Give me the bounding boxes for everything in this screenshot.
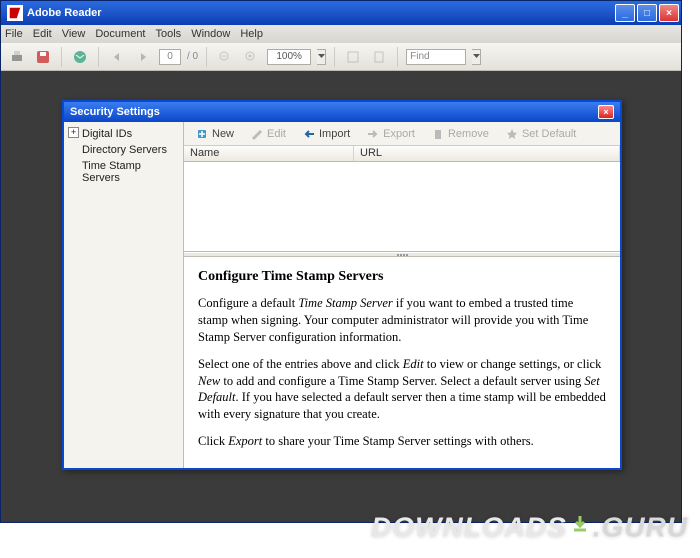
zoom-out-icon[interactable] bbox=[215, 47, 235, 67]
print-icon[interactable] bbox=[7, 47, 27, 67]
import-button[interactable]: Import bbox=[295, 124, 357, 144]
zoom-input[interactable]: 100% bbox=[267, 49, 311, 65]
tree-item-digital-ids[interactable]: Digital IDs bbox=[66, 126, 181, 142]
export-button[interactable]: Export bbox=[359, 124, 422, 144]
server-list[interactable] bbox=[184, 162, 620, 252]
toolbar: 0 / 0 100% Find bbox=[1, 43, 681, 71]
download-icon bbox=[569, 510, 591, 542]
column-name[interactable]: Name bbox=[184, 146, 354, 161]
menu-document[interactable]: Document bbox=[95, 28, 145, 40]
dialog-title: Security Settings bbox=[70, 106, 598, 118]
set-default-button[interactable]: Set Default bbox=[498, 124, 583, 144]
info-panel: Configure Time Stamp Servers Configure a… bbox=[184, 257, 620, 468]
menubar: File Edit View Document Tools Window Hel… bbox=[1, 25, 681, 43]
menu-edit[interactable]: Edit bbox=[33, 28, 52, 40]
import-icon bbox=[302, 127, 316, 141]
info-paragraph-2: Select one of the entries above and clic… bbox=[198, 356, 606, 424]
new-button[interactable]: New bbox=[188, 124, 241, 144]
star-icon bbox=[505, 127, 519, 141]
menu-view[interactable]: View bbox=[62, 28, 86, 40]
dialog-close-button[interactable]: × bbox=[598, 105, 614, 119]
close-button[interactable]: × bbox=[659, 4, 679, 22]
separator bbox=[206, 47, 207, 67]
new-icon bbox=[195, 127, 209, 141]
minimize-button[interactable]: _ bbox=[615, 4, 635, 22]
fit-page-icon[interactable] bbox=[343, 47, 363, 67]
column-headers: Name URL bbox=[184, 146, 620, 162]
security-settings-dialog: Security Settings × Digital IDs Director… bbox=[62, 100, 622, 470]
separator bbox=[98, 47, 99, 67]
zoom-dropdown[interactable] bbox=[317, 49, 326, 65]
edit-button[interactable]: Edit bbox=[243, 124, 293, 144]
edit-icon bbox=[250, 127, 264, 141]
separator bbox=[61, 47, 62, 67]
find-input[interactable]: Find bbox=[406, 49, 466, 65]
tree-item-time-stamp-servers[interactable]: Time Stamp Servers bbox=[66, 158, 181, 186]
menu-help[interactable]: Help bbox=[240, 28, 263, 40]
sidebar-tree: Digital IDs Directory Servers Time Stamp… bbox=[64, 122, 184, 468]
save-icon[interactable] bbox=[33, 47, 53, 67]
page-total: / 0 bbox=[187, 51, 198, 62]
prev-page-icon[interactable] bbox=[107, 47, 127, 67]
info-paragraph-1: Configure a default Time Stamp Server if… bbox=[198, 295, 606, 346]
tree-item-directory-servers[interactable]: Directory Servers bbox=[66, 142, 181, 158]
column-url[interactable]: URL bbox=[354, 146, 620, 161]
menu-tools[interactable]: Tools bbox=[156, 28, 182, 40]
info-paragraph-3: Click Export to share your Time Stamp Se… bbox=[198, 433, 606, 450]
remove-icon bbox=[431, 127, 445, 141]
export-icon bbox=[366, 127, 380, 141]
titlebar: Adobe Reader _ □ × bbox=[1, 1, 681, 25]
watermark: DOWNLOADS.GURU bbox=[371, 510, 688, 548]
fit-width-icon[interactable] bbox=[369, 47, 389, 67]
menu-file[interactable]: File bbox=[5, 28, 23, 40]
maximize-button[interactable]: □ bbox=[637, 4, 657, 22]
button-bar: New Edit Import Export Remove bbox=[184, 122, 620, 146]
adobe-reader-icon bbox=[7, 5, 23, 21]
zoom-in-icon[interactable] bbox=[241, 47, 261, 67]
separator bbox=[334, 47, 335, 67]
dialog-main: New Edit Import Export Remove bbox=[184, 122, 620, 468]
separator bbox=[397, 47, 398, 67]
page-number-input[interactable]: 0 bbox=[159, 49, 181, 65]
window-title: Adobe Reader bbox=[27, 7, 615, 19]
email-icon[interactable] bbox=[70, 47, 90, 67]
info-heading: Configure Time Stamp Servers bbox=[198, 269, 606, 285]
remove-button[interactable]: Remove bbox=[424, 124, 496, 144]
find-dropdown[interactable] bbox=[472, 49, 481, 65]
menu-window[interactable]: Window bbox=[191, 28, 230, 40]
dialog-titlebar: Security Settings × bbox=[64, 102, 620, 122]
next-page-icon[interactable] bbox=[133, 47, 153, 67]
